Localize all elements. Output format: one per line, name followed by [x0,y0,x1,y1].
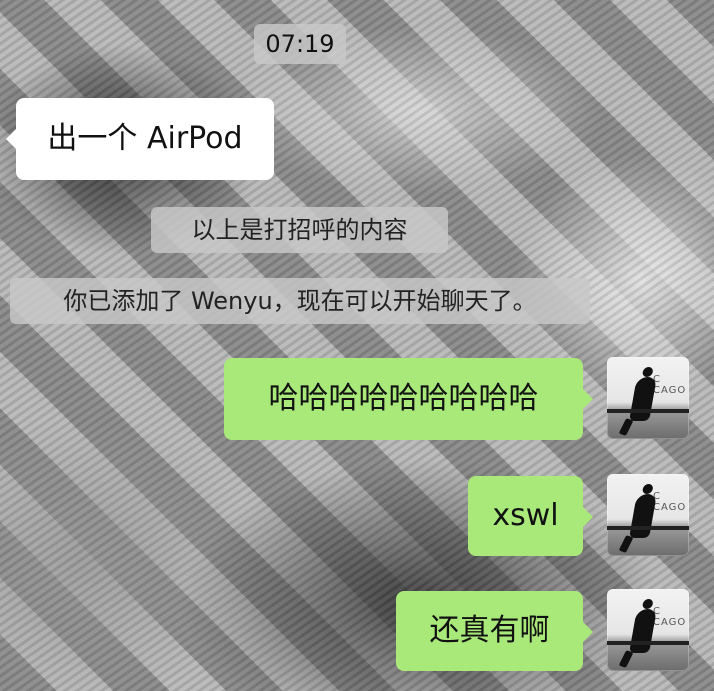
chat-window: 07:19 出一个 AirPod 以上是打招呼的内容 你已添加了 Wenyu，现… [0,0,714,691]
outgoing-message[interactable]: xswl [468,476,593,556]
timestamp: 07:19 [254,24,346,64]
avatar[interactable]: C CAGO [607,357,689,439]
incoming-message[interactable]: 出一个 AirPod [6,98,274,180]
system-message-friend-added: 你已添加了 Wenyu，现在可以开始聊天了。 [10,278,590,324]
outgoing-message[interactable]: 还真有啊 [396,591,593,671]
avatar[interactable]: C CAGO [607,474,689,556]
outgoing-message[interactable]: 哈哈哈哈哈哈哈哈哈 [224,358,593,440]
system-message-greeting: 以上是打招呼的内容 [151,207,448,253]
avatar[interactable]: C CAGO [607,589,689,671]
